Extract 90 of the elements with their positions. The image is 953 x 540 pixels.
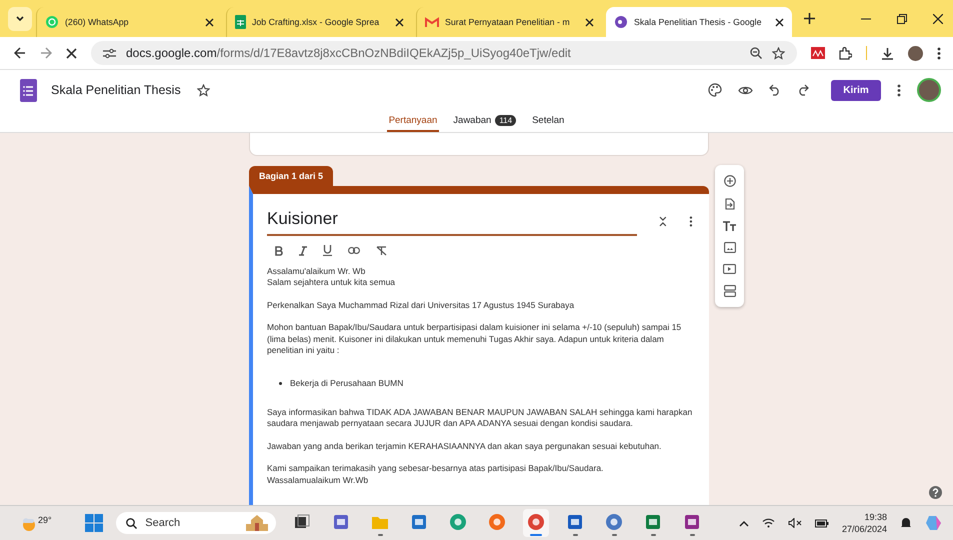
tab-title: Job Crafting.xlsx - Google Sprea [252,17,380,27]
section-title-field[interactable]: Kuisioner [267,206,638,236]
tab-title: Skala Penelitian Thesis - Google [634,17,762,27]
chevron-up-icon[interactable] [738,520,749,526]
star-icon[interactable] [196,84,210,96]
tab-title: Surat Pernyataan Penelitian - m [445,17,571,27]
undo-icon[interactable] [769,84,781,96]
more-vertical-icon[interactable] [937,46,941,60]
new-tab-icon[interactable] [804,13,815,24]
close-icon[interactable] [585,18,594,26]
tab-search-button[interactable] [8,6,32,30]
chat-bubble-icon [45,15,59,29]
app-icon [566,513,584,531]
form-tab[interactable]: Setelan [530,110,566,132]
underline-icon[interactable] [323,245,332,256]
description-paragraph: Kami sampaikan terimakasih yang sebesar-besarnya atas partisipasi Bapak/Ibu/Saudara. Wassalamualaikum Wr.Wb [267,463,604,486]
app-icon [644,513,662,531]
section-badge: Bagian 1 dari 5 [249,166,334,186]
zoom-icon[interactable] [750,47,762,59]
import-icon[interactable] [724,198,734,210]
clock-time: 19:38 [864,511,888,523]
app-icon [683,513,702,531]
link-icon[interactable] [348,247,360,254]
forward-arrow-icon[interactable] [40,47,52,59]
taskbar-search-field[interactable]: Search [116,512,276,534]
app-icon [449,513,468,531]
send-button[interactable]: Kirim [831,80,881,100]
wifi-icon[interactable] [762,518,775,528]
more-vertical-icon[interactable] [897,84,901,96]
close-icon[interactable] [395,18,404,26]
description-paragraph: Jawaban yang anda berikan terjamin KERAHASIAANNYA dan akan saya pergunakan sesuai kebutuhan. [267,440,662,452]
description-paragraph: Saya informasikan bahwa TIDAK ADA JAWABAN BENAR MAUPUN JAWABAN SALAH sehingga kami harapkan saudara menjawab pernyataan secara JUJUR dan APA ADANYA sesuai dengan kondisi saudara. [267,406,693,430]
temperature-text: 29° [38,515,52,525]
form-title[interactable]: Skala Penelitian Thesis [51,83,181,97]
star-icon[interactable] [772,46,785,60]
mail-icon [425,16,439,28]
notification-icon[interactable] [900,517,912,529]
close-icon[interactable] [205,18,214,26]
collapse-icon[interactable] [659,216,668,226]
app-icon [410,513,428,531]
redo-icon[interactable] [797,84,809,96]
form-document-icon[interactable] [20,78,37,102]
video-icon[interactable] [723,264,736,274]
section-icon[interactable] [724,285,736,297]
app-icon [293,513,312,531]
bullet-text: Bekerja di Perusahaan BUMN [290,378,404,389]
battery-icon[interactable] [814,518,829,528]
chevron-down-icon [15,14,25,24]
text-size-icon[interactable] [723,221,736,231]
eye-icon[interactable] [738,84,753,96]
profile-avatar[interactable] [917,78,941,102]
clear-format-icon[interactable] [376,246,387,256]
form-tab[interactable]: Jawaban 114 [451,110,518,132]
description-paragraph: Mohon bantuan Bapak/Ibu/Saudara untuk berpartisipasi dalam kuisioner ini selama +/-10 (sepuluh) sampai 15 (lima belas) menit. Kuisoner ini dilakukan untuk memenuhi Tugas Akhir saya. Adapun untuk kriteria dalam penelitian ini yaitu : [267,322,682,356]
stop-loading-icon[interactable] [66,48,77,58]
windows-logo-icon[interactable] [85,514,104,532]
image-icon[interactable] [724,242,736,253]
tab-title: (260) WhatsApp [65,17,130,27]
add-circle-icon[interactable] [724,175,736,187]
back-arrow-icon[interactable] [14,47,26,59]
profile-avatar[interactable] [908,46,923,60]
restore-icon[interactable] [897,14,907,24]
copilot-icon[interactable] [925,514,944,532]
app-icon [605,513,624,531]
bold-icon[interactable] [275,246,283,256]
palette-icon[interactable] [708,83,722,97]
app-icon [488,513,506,531]
close-icon[interactable] [775,18,784,26]
building-icon [244,515,270,531]
extension-icon[interactable] [811,47,825,59]
url-text: docs.google.com/forms/d/17E8avtz8j8xcCBnOzNBdiIQEkAZj5p_UiSyog40eTjw/edit [126,46,571,60]
form-icon [614,15,628,29]
more-vertical-icon[interactable] [689,216,693,226]
browser-tab[interactable]: Skala Penelitian Thesis - Google [606,7,792,37]
muted-speaker-icon[interactable] [788,518,802,528]
description-paragraph: Perkenalkan Saya Muchammad Rizal dari Universitas 17 Agustus 1945 Surabaya [267,300,576,312]
search-icon [126,518,138,528]
help-icon[interactable] [929,486,942,499]
italic-icon[interactable] [299,246,307,256]
site-settings-icon[interactable] [103,48,116,58]
close-icon[interactable] [933,14,943,24]
puzzle-icon[interactable] [839,46,852,60]
description-paragraph: Assalamu'alaikum Wr. Wb Salam sejahtera untuk kita semua [267,266,396,289]
bullet-icon [279,382,282,385]
clock-date: 27/06/2024 [842,523,888,535]
app-icon [332,513,350,531]
download-icon[interactable] [881,46,894,60]
spreadsheet-icon [235,15,246,29]
app-icon [527,513,546,531]
address-bar[interactable]: docs.google.com/forms/d/17E8avtz8j8xcCBnOzNBdiIQEkAZj5p_UiSyog40eTjw/edit [91,41,797,65]
